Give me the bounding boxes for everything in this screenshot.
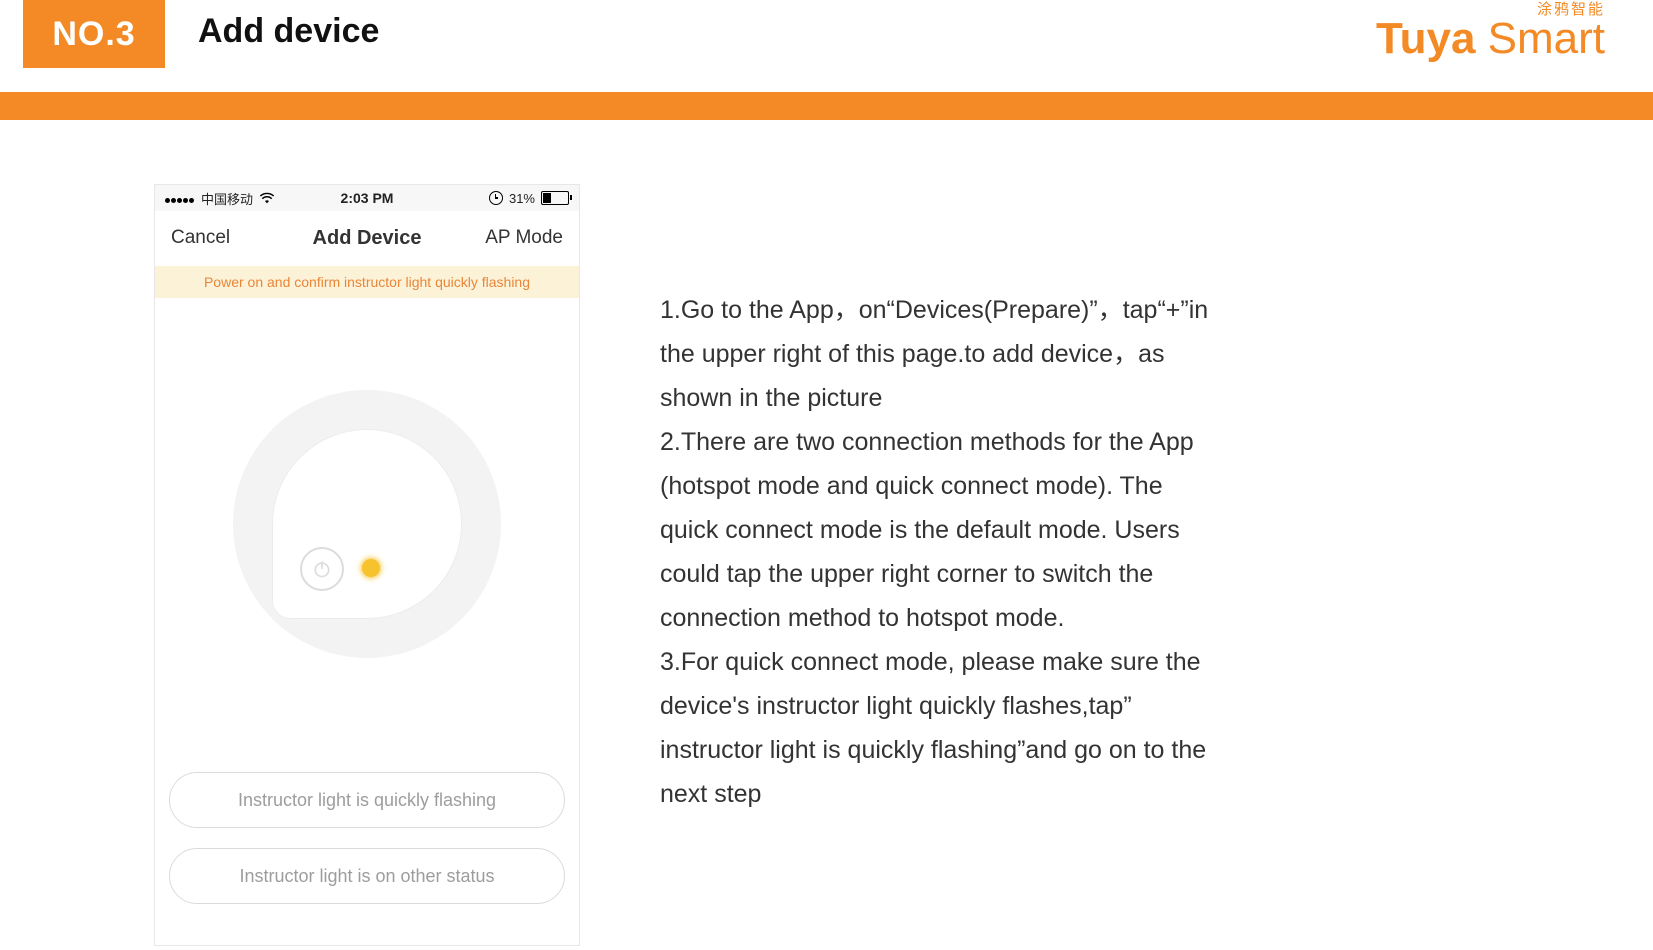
instructions-text: 1.Go to the App，on“Devices(Prepare)”，tap… — [660, 288, 1220, 816]
quickly-flashing-button[interactable]: Instructor light is quickly flashing — [169, 772, 565, 828]
nav-title: Add Device — [155, 227, 579, 250]
page-title: Add device — [198, 12, 379, 51]
navbar: Cancel Add Device AP Mode — [155, 211, 579, 266]
battery-icon — [541, 191, 569, 205]
indicator-led — [362, 559, 380, 577]
brand-light: Smart — [1475, 14, 1605, 63]
statusbar: 中国移动 2:03 PM 31% — [155, 185, 579, 211]
alarm-icon — [489, 191, 503, 205]
divider-bar — [0, 92, 1653, 120]
device-illustration — [155, 298, 579, 768]
brand-logo: Tuya Smart — [1376, 14, 1605, 64]
device-body — [272, 429, 462, 619]
other-status-button[interactable]: Instructor light is on other status — [169, 848, 565, 904]
brand-bold: Tuya — [1376, 14, 1475, 63]
phone-mockup: 中国移动 2:03 PM 31% Cancel Add Device AP Mo… — [155, 185, 579, 945]
power-icon — [300, 547, 344, 591]
status-time: 2:03 PM — [155, 190, 579, 206]
info-banner: Power on and confirm instructor light qu… — [155, 266, 579, 298]
slide-number-badge: NO.3 — [23, 0, 165, 68]
